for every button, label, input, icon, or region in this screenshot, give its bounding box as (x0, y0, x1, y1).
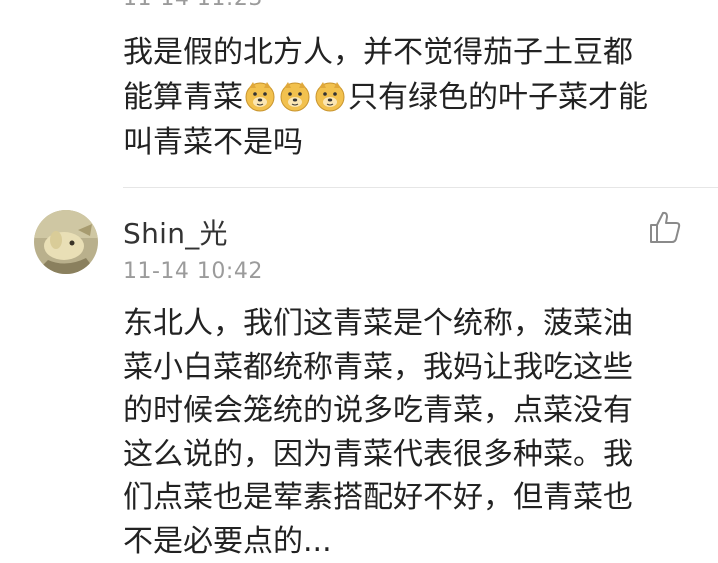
comment-text-line: 们点菜也是荤素搭配好不好，但青菜也 (123, 480, 633, 515)
doge-emoji-icon (245, 82, 275, 112)
comment-text-line: 这么说的，因为青菜代表很多种菜。我 (123, 436, 633, 472)
comment-text-line: 我是假的北方人，并不觉得茄子土豆都 (123, 35, 633, 70)
doge-emoji-icon (280, 82, 310, 112)
previous-comment-body: 我是假的北方人，并不觉得茄子土豆都 能算青菜 只有绿色的叶子菜才能 叫青菜不是吗 (123, 30, 703, 165)
like-button[interactable] (645, 208, 685, 248)
comment-text-line: 的时候会笼统的说多吃青菜，点菜没有 (123, 393, 633, 428)
comment-divider (123, 187, 718, 188)
previous-comment-timestamp: 11-14 11:23 (123, 0, 263, 11)
comment-timestamp: 11-14 10:42 (123, 259, 263, 284)
comment-text-line: 菜小白菜都统称青菜，我妈让我吃这些 (123, 349, 633, 385)
avatar[interactable] (34, 210, 98, 274)
comment-body: 东北人，我们这青菜是个统称，菠菜油 菜小白菜都统称青菜，我妈让我吃这些 的时候会… (123, 302, 708, 563)
comment-text-segment: 能算青菜 (123, 80, 243, 115)
thumbs-up-icon (650, 211, 681, 243)
doge-emoji-icon (315, 82, 345, 112)
comment-text-line: 不是必要点的... (123, 523, 332, 559)
comment-text-line: 东北人，我们这青菜是个统称，菠菜油 (123, 306, 633, 341)
comment-text-segment: 只有绿色的叶子菜才能 (348, 80, 648, 115)
comment-text-line: 叫青菜不是吗 (123, 125, 303, 160)
avatar-image (34, 210, 98, 274)
comment-text-line: 能算青菜 只有绿色的叶子菜才能 (123, 75, 703, 120)
username[interactable]: Shin_光 (123, 212, 228, 252)
